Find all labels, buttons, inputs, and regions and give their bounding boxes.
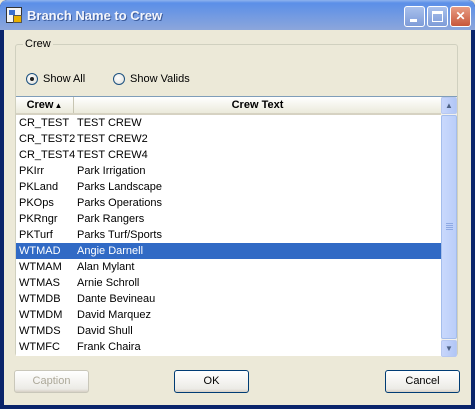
thumb-grip-line: [446, 227, 453, 228]
cell-crew-text: David Marquez: [77, 309, 151, 321]
cell-crew: PKOps: [19, 197, 54, 209]
cell-crew: WTMAS: [19, 277, 60, 289]
scroll-up-arrow-icon: ▲: [445, 101, 453, 110]
table-row[interactable]: PKOps Parks Operations: [16, 195, 441, 211]
cell-crew-text: Parks Turf/Sports: [77, 229, 162, 241]
show-valids-radio[interactable]: Show Valids: [113, 72, 190, 86]
table-row[interactable]: PKRngr Park Rangers: [16, 211, 441, 227]
table-row[interactable]: PKIrr Park Irrigation: [16, 163, 441, 179]
column-header-crew-label: Crew: [26, 99, 54, 111]
cell-crew: WTMDM: [19, 309, 63, 321]
cell-crew-text: Frank Chaira: [77, 341, 141, 353]
cell-crew-text: Arnie Schroll: [77, 277, 140, 289]
cell-crew: PKTurf: [19, 229, 53, 241]
show-all-radio-indicator[interactable]: [26, 73, 38, 85]
minimize-button[interactable]: [404, 6, 425, 27]
vertical-scrollbar[interactable]: ▲ ▼: [441, 97, 457, 357]
table-row[interactable]: WTMAS Arnie Schroll: [16, 275, 441, 291]
cell-crew: WTMFC: [19, 341, 60, 353]
grid-header: Crew▲ Crew Text: [16, 97, 441, 115]
cell-crew: PKLand: [19, 181, 59, 193]
cell-crew: CR_TEST: [19, 117, 70, 129]
show-all-label: Show All: [43, 73, 86, 85]
caption-button[interactable]: Caption: [14, 370, 89, 393]
table-row[interactable]: WTMDS David Shull: [16, 323, 441, 339]
table-row[interactable]: WTMDB Dante Bevineau: [16, 291, 441, 307]
table-row[interactable]: WTMAM Alan Mylant: [16, 259, 441, 275]
table-row[interactable]: WTMAD Angie Darnell: [16, 243, 441, 259]
cell-crew: WTMAD: [19, 245, 61, 257]
cell-crew-text: TEST CREW: [77, 117, 142, 129]
table-row[interactable]: PKTurf Parks Turf/Sports: [16, 227, 441, 243]
cell-crew: CR_TEST4: [19, 149, 76, 161]
maximize-icon: [432, 11, 443, 22]
column-header-crew-text[interactable]: Crew Text: [74, 97, 441, 113]
cell-crew-text: Parks Landscape: [77, 181, 162, 193]
cell-crew: PKIrr: [19, 165, 45, 177]
scrollbar-thumb[interactable]: [441, 115, 457, 339]
cell-crew-text: Angie Darnell: [77, 245, 144, 257]
cell-crew: CR_TEST2: [19, 133, 76, 145]
thumb-grip-line: [446, 229, 453, 230]
scroll-down-arrow-icon: ▼: [445, 344, 453, 353]
cancel-button[interactable]: Cancel: [385, 370, 460, 393]
cell-crew: WTMDS: [19, 325, 61, 337]
thumb-grip-line: [446, 225, 453, 226]
thumb-grip-line: [446, 223, 453, 224]
show-all-radio[interactable]: Show All: [26, 72, 85, 86]
table-row[interactable]: PKLand Parks Landscape: [16, 179, 441, 195]
column-header-crew[interactable]: Crew▲: [16, 97, 74, 113]
title-bar[interactable]: Branch Name to Crew ✕: [0, 0, 475, 30]
dialog-client-area: Crew Show All Show Valids Crew▲ Crew Tex…: [4, 30, 471, 405]
close-icon: ✕: [455, 9, 466, 23]
crew-group-label: Crew: [23, 38, 53, 50]
table-row[interactable]: CR_TEST4 TEST CREW4: [16, 147, 441, 163]
column-header-crew-text-label: Crew Text: [231, 99, 284, 111]
cell-crew: WTMDB: [19, 293, 61, 305]
close-button[interactable]: ✕: [450, 6, 471, 27]
scroll-down-button[interactable]: ▼: [441, 340, 457, 357]
cell-crew: WTMAM: [19, 261, 62, 273]
scroll-up-button[interactable]: ▲: [441, 97, 457, 114]
cell-crew-text: Park Irrigation: [77, 165, 146, 177]
show-valids-radio-indicator[interactable]: [113, 73, 125, 85]
table-row[interactable]: CR_TEST TEST CREW: [16, 115, 441, 131]
grid-rows: CR_TEST TEST CREW CR_TEST2 TEST CREW2 CR_TES…: [16, 115, 441, 355]
cell-crew-text: TEST CREW4: [77, 149, 148, 161]
crew-grid: Crew▲ Crew Text CR_TEST TEST CREW CR_TEST2…: [16, 96, 457, 357]
table-row[interactable]: WTMDM David Marquez: [16, 307, 441, 323]
minimize-icon: [410, 19, 417, 22]
ok-button[interactable]: OK: [174, 370, 249, 393]
crew-groupbox: Crew Show All Show Valids Crew▲ Crew Tex…: [15, 38, 458, 357]
table-row[interactable]: CR_TEST2 TEST CREW2: [16, 131, 441, 147]
cell-crew-text: Alan Mylant: [77, 261, 135, 273]
show-valids-label: Show Valids: [130, 73, 190, 85]
cell-crew-text: Parks Operations: [77, 197, 162, 209]
cell-crew-text: TEST CREW2: [77, 133, 148, 145]
app-icon: [6, 7, 22, 23]
cell-crew-text: Dante Bevineau: [77, 293, 156, 305]
maximize-button[interactable]: [427, 6, 448, 27]
cell-crew-text: David Shull: [77, 325, 133, 337]
table-row[interactable]: WTMFC Frank Chaira: [16, 339, 441, 355]
sort-ascending-icon: ▲: [54, 101, 63, 110]
dialog-window: Branch Name to Crew ✕ Crew Show All Show…: [0, 0, 475, 409]
cell-crew-text: Park Rangers: [77, 213, 145, 225]
cell-crew: PKRngr: [19, 213, 58, 225]
window-title: Branch Name to Crew: [27, 8, 163, 23]
